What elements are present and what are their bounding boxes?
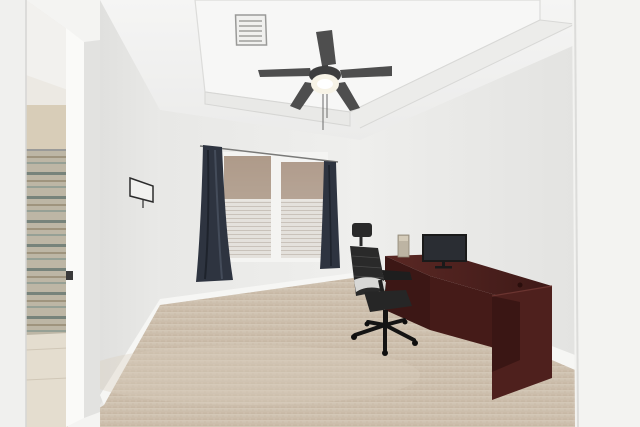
window — [220, 152, 328, 262]
room-illustration — [0, 0, 640, 427]
bathroom-tile — [26, 105, 68, 152]
shower-curtain — [26, 150, 67, 335]
ceiling-vent — [234, 14, 268, 46]
doorway — [0, 0, 100, 427]
room-photo — [0, 0, 640, 427]
door-latch — [66, 271, 73, 280]
right-doorframe — [572, 0, 640, 427]
desk-item — [397, 234, 410, 258]
